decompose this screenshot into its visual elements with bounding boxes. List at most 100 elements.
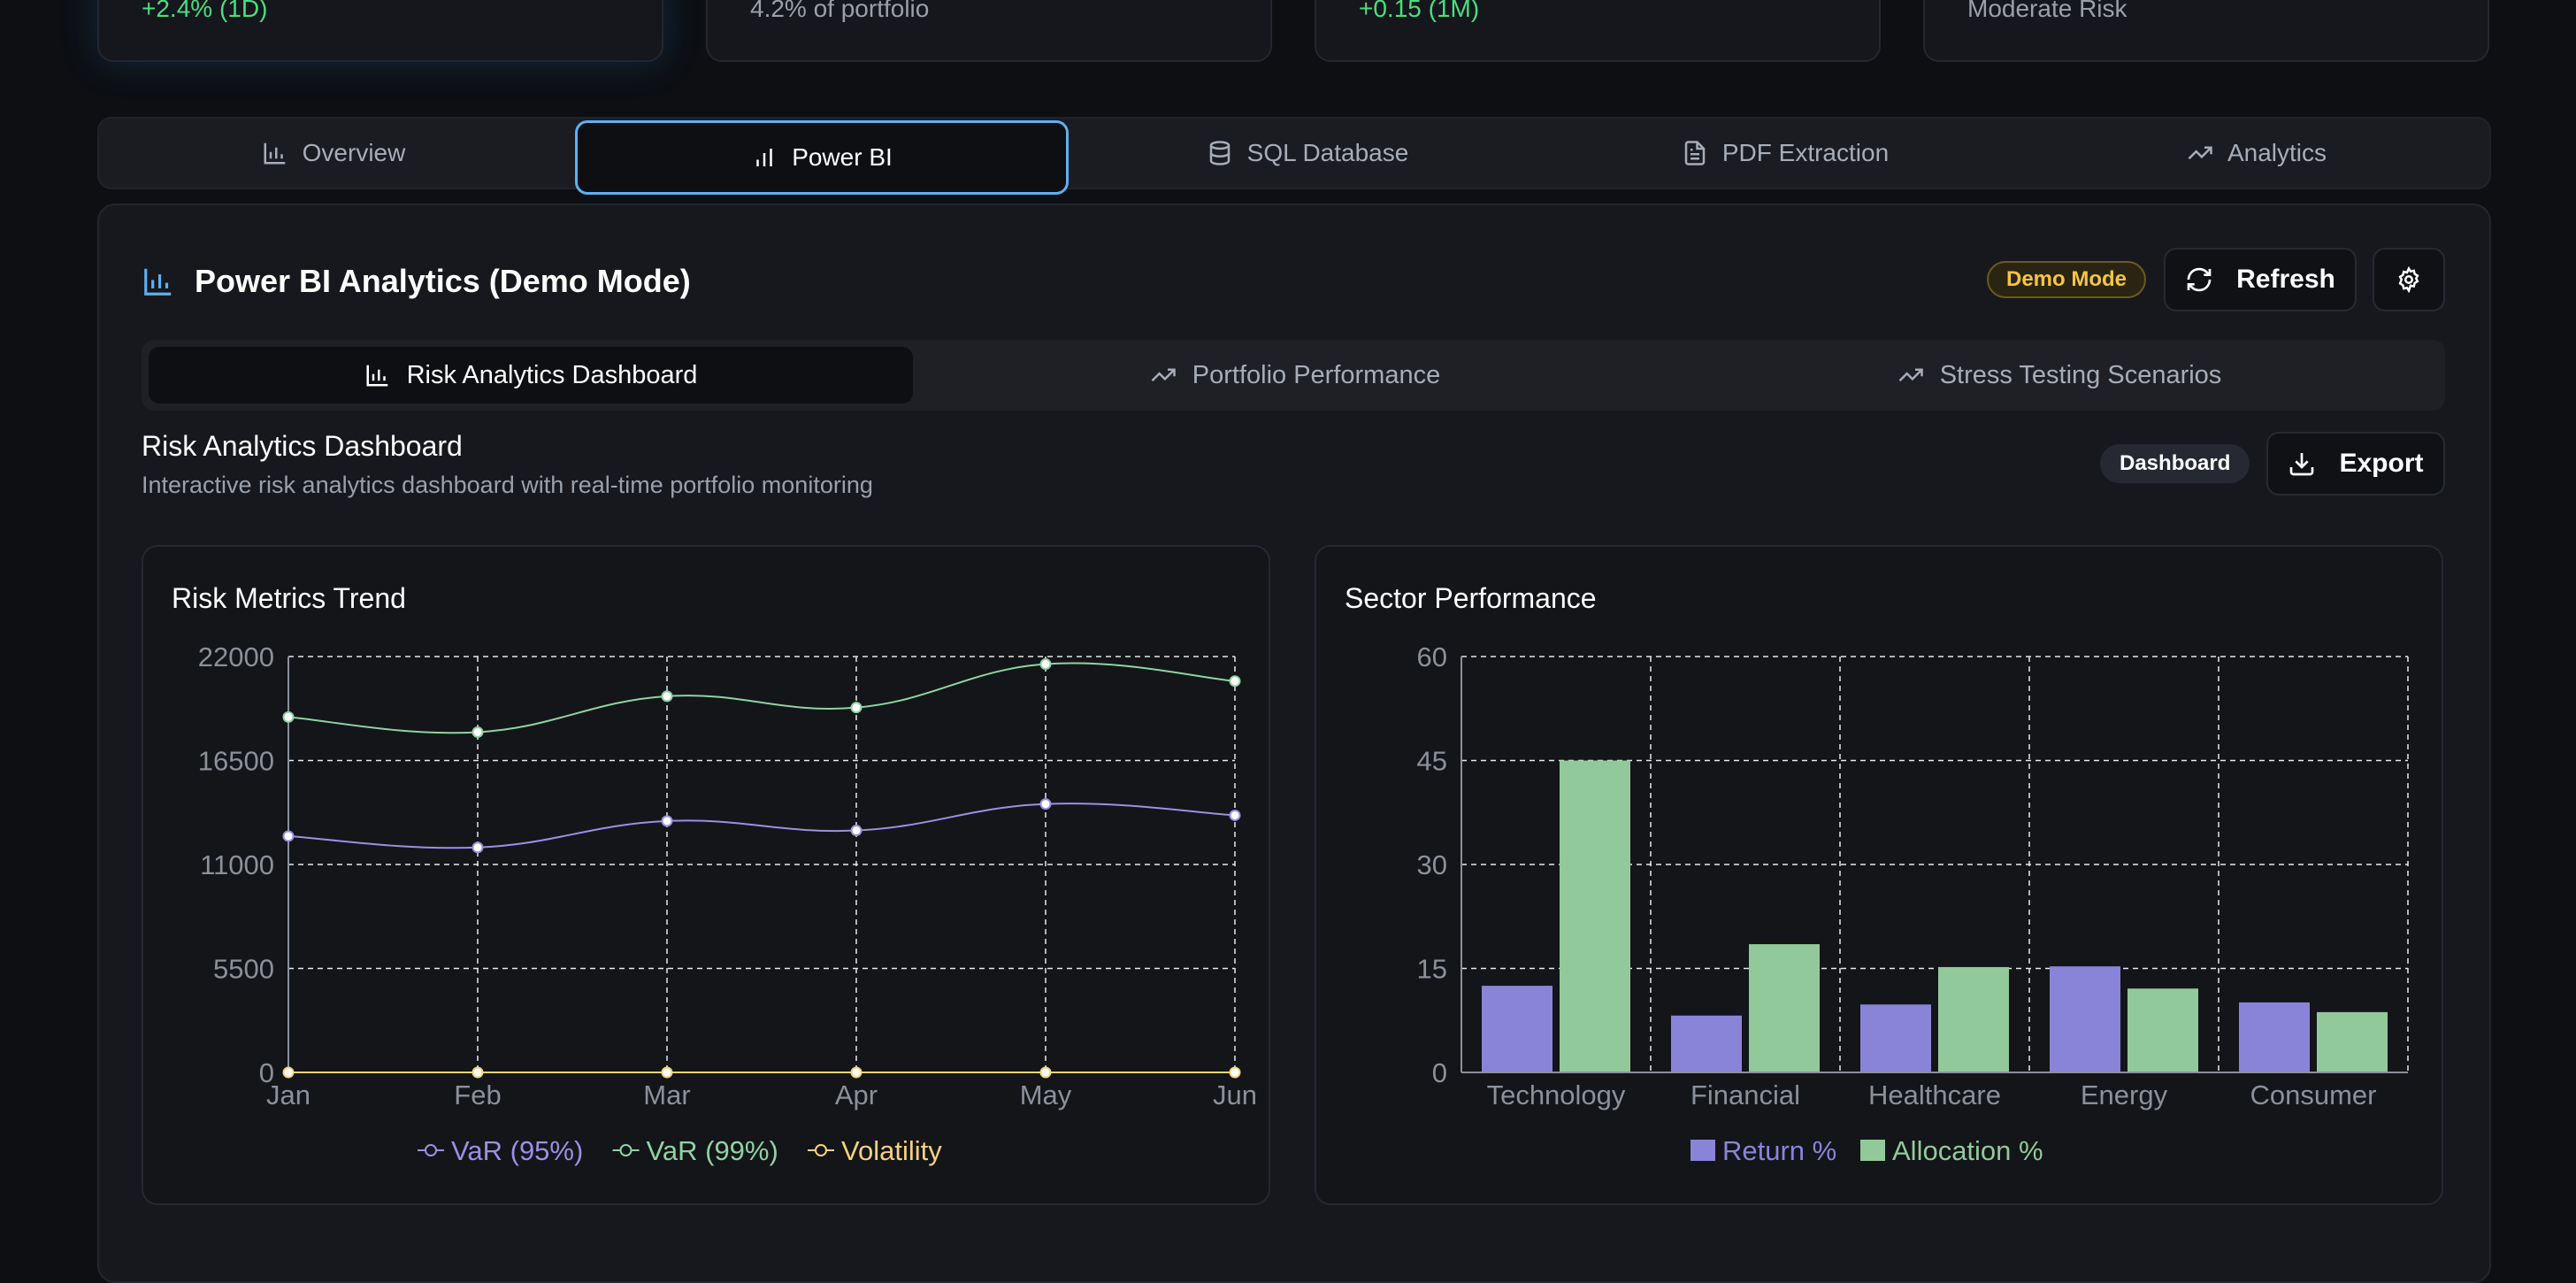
- series-line: [288, 662, 1236, 734]
- bar: [2317, 1011, 2388, 1072]
- page-title: Power BI Analytics (Demo Mode): [195, 263, 691, 299]
- bar: [1482, 986, 1552, 1072]
- x-tick-label: Healthcare: [1868, 1079, 2001, 1110]
- x-tick-label: Apr: [835, 1079, 878, 1110]
- x-tick-label: Technology: [1487, 1079, 1626, 1110]
- tab-analytics[interactable]: Analytics: [2024, 119, 2489, 188]
- data-point: [282, 711, 295, 723]
- risk-metrics-line-chart: 05500110001650022000Jan Feb Mar Apr May JunVa…: [198, 642, 1257, 1166]
- data-point: [1229, 809, 1241, 821]
- legend-swatch: [1690, 1140, 1715, 1161]
- data-point: [1039, 798, 1052, 811]
- tab-label: PDF Extraction: [1721, 139, 1890, 166]
- tab-pdf-extraction[interactable]: PDF Extraction: [1546, 119, 2024, 188]
- bar-chart-icon: [366, 365, 387, 387]
- data-point: [850, 1066, 862, 1079]
- tab-overview[interactable]: Overview: [99, 119, 568, 188]
- bar-chart-2-icon: [756, 149, 772, 166]
- bar: [1860, 1004, 1931, 1072]
- bar: [1938, 966, 2009, 1072]
- x-tick-label: Energy: [2081, 1079, 2168, 1110]
- y-tick-label: 60: [1417, 642, 1447, 672]
- data-point: [282, 1066, 295, 1079]
- bar-chart-icon: [264, 142, 285, 165]
- legend-marker: [425, 1144, 437, 1156]
- x-tick-label: Jan: [266, 1079, 310, 1110]
- tab-power-bi[interactable]: Power BI: [575, 120, 1069, 195]
- x-tick-label: Jun: [1213, 1079, 1257, 1110]
- bar-chart-icon: [144, 268, 172, 296]
- data-point: [472, 726, 484, 738]
- tab-label: Overview: [302, 139, 406, 166]
- bar: [1749, 944, 1820, 1072]
- series-line: [288, 803, 1236, 849]
- tab-sql-database[interactable]: SQL Database: [1069, 119, 1546, 188]
- gear-icon: [2398, 266, 2419, 293]
- y-tick-label: 11000: [200, 849, 274, 880]
- y-tick-label: 0: [1432, 1057, 1447, 1088]
- dashboard-subtitle: Interactive risk analytics dashboard wit…: [142, 472, 873, 498]
- file-text-icon: [1684, 141, 1706, 165]
- y-tick-label: 45: [1417, 746, 1447, 777]
- y-tick-label: 22000: [198, 642, 274, 672]
- stat-card-daily-change: +2.4% (1D): [97, 0, 663, 62]
- trending-up-icon: [1898, 368, 1923, 382]
- stat-card-portfolio-share: 4.2% of portfolio: [706, 0, 1272, 62]
- y-tick-label: 5500: [213, 954, 274, 985]
- demo-mode-badge: Demo Mode: [1987, 261, 2147, 298]
- data-point: [850, 825, 862, 837]
- x-tick-label: Consumer: [2250, 1079, 2377, 1110]
- stat-card-risk-level: Moderate Risk: [1923, 0, 2489, 62]
- legend-marker: [815, 1144, 827, 1156]
- tab-label: SQL Database: [1246, 139, 1409, 166]
- data-point: [1039, 658, 1052, 671]
- tab-portfolio-performance[interactable]: Portfolio Performance: [913, 347, 1677, 403]
- legend-label: VaR (99%): [647, 1135, 778, 1166]
- x-tick-label: May: [1020, 1079, 1072, 1110]
- data-point: [1039, 1066, 1052, 1079]
- trending-up-icon: [2188, 146, 2212, 160]
- tab-label: Portfolio Performance: [1192, 360, 1441, 389]
- refresh-icon: [2187, 267, 2212, 292]
- sector-performance-bar-chart: 0 15 30 45 60 Technology Financial Healthcare En…: [1417, 642, 2409, 1166]
- legend-marker: [619, 1144, 632, 1156]
- tab-label: Risk Analytics Dashboard: [406, 360, 698, 389]
- bar: [1560, 760, 1630, 1072]
- tab-risk-analytics-dashboard[interactable]: Risk Analytics Dashboard: [149, 347, 913, 403]
- data-point: [661, 815, 673, 827]
- bar: [2050, 966, 2120, 1072]
- refresh-label: Refresh: [2236, 265, 2335, 294]
- legend-label: Volatility: [841, 1135, 942, 1166]
- refresh-button[interactable]: Refresh: [2164, 248, 2357, 311]
- legend-label: Return %: [1722, 1135, 1836, 1166]
- data-point: [850, 702, 862, 714]
- database-icon: [1209, 141, 1230, 165]
- tab-label: Stress Testing Scenarios: [1939, 360, 2222, 389]
- legend-label: Allocation %: [1892, 1135, 2043, 1166]
- risk-metrics-chart-card: Risk Metrics Trend 0 5500 11000 16500 22000 J…: [142, 545, 1270, 1205]
- data-point: [472, 1066, 484, 1079]
- stat-card-monthly-change: +0.15 (1M): [1315, 0, 1881, 62]
- data-point: [661, 690, 673, 703]
- legend-swatch: [1860, 1140, 1885, 1161]
- x-tick-label: Mar: [643, 1079, 690, 1110]
- stat-card-value: +2.4% (1D): [142, 0, 268, 22]
- stat-card-value: +0.15 (1M): [1359, 0, 1480, 22]
- export-button[interactable]: Export: [2266, 432, 2445, 496]
- data-point: [282, 830, 295, 842]
- y-tick-label: 16500: [198, 746, 274, 777]
- data-point: [1229, 1066, 1241, 1079]
- stat-card-value: Moderate Risk: [1967, 0, 2128, 22]
- settings-button[interactable]: [2373, 248, 2445, 311]
- bar: [2128, 988, 2198, 1072]
- stat-card-value: 4.2% of portfolio: [750, 0, 930, 22]
- dashboard-badge: Dashboard: [2100, 444, 2250, 483]
- download-icon: [2290, 453, 2314, 476]
- main-tab-bar: Overview Power BI SQL Database PDF Extra…: [97, 117, 2491, 195]
- sector-performance-chart-card: Sector Performance 0 15 30 45 60 Technology Fi…: [1315, 545, 2443, 1205]
- tab-stress-testing-scenarios[interactable]: Stress Testing Scenarios: [1677, 347, 2442, 403]
- panel-header: Power BI Analytics (Demo Mode): [142, 257, 691, 306]
- bar: [1671, 1015, 1742, 1072]
- legend-label: VaR (95%): [451, 1135, 583, 1166]
- y-tick-label: 30: [1417, 849, 1447, 880]
